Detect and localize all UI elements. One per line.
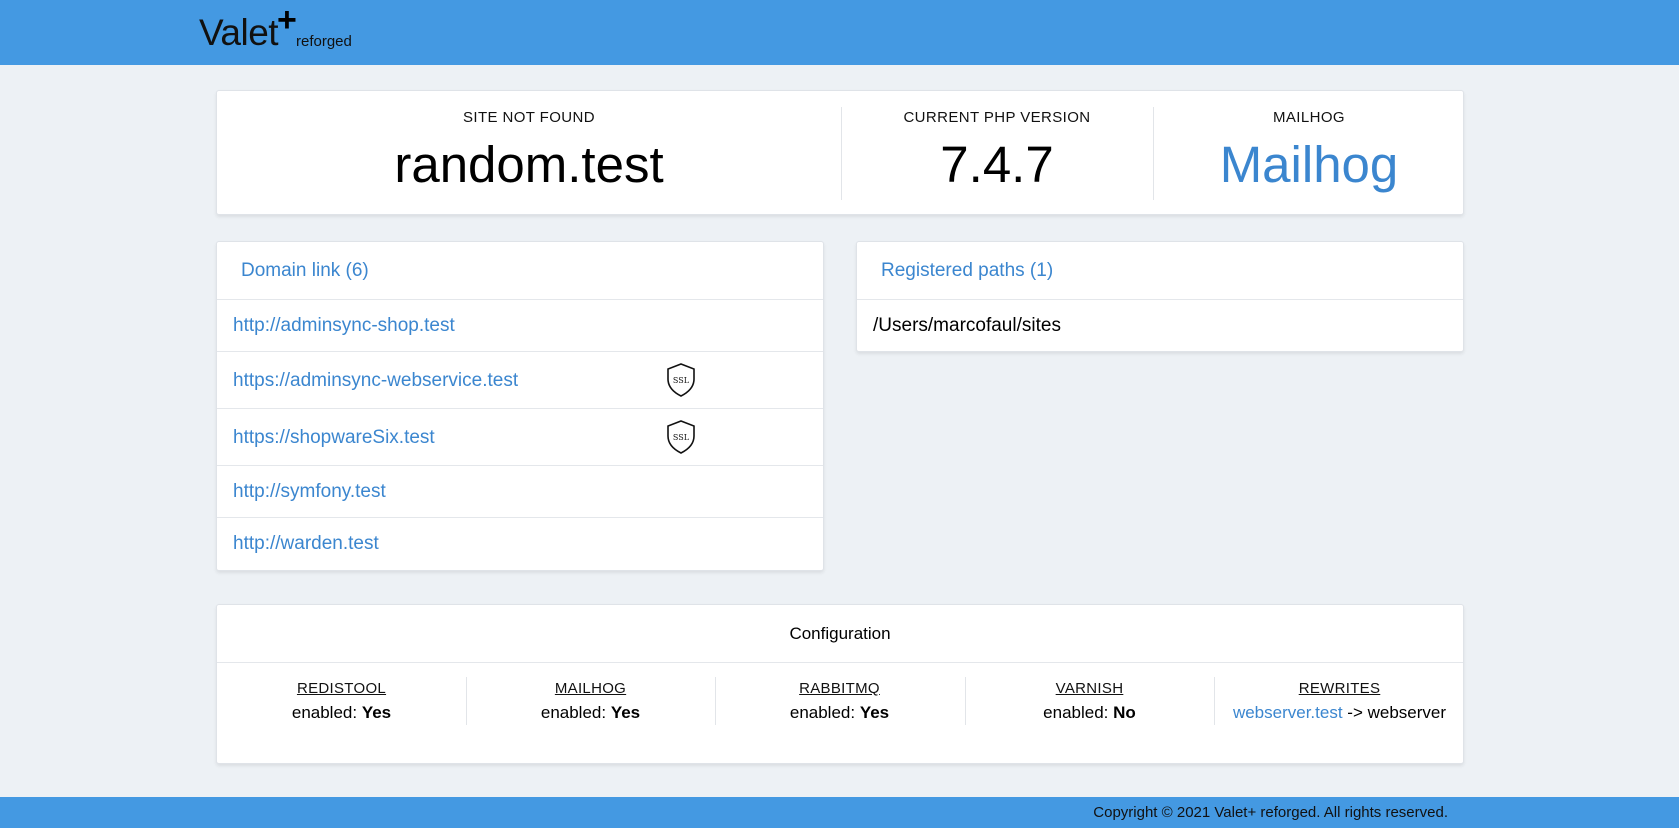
php-version: CURRENT PHP VERSION 7.4.7 xyxy=(841,91,1153,216)
ssl-shield-icon: SSL xyxy=(667,420,695,454)
config-rewrites: REWRITES webserver.test -> webserver xyxy=(1214,679,1465,724)
rewrite-target: webserver xyxy=(1367,703,1447,722)
domain-list: http://adminsync-shop.test https://admins… xyxy=(217,300,823,570)
ssl-badge-text: SSL xyxy=(673,433,690,442)
config-title: REWRITES xyxy=(1298,680,1381,697)
domain-link[interactable]: https://adminsync-webservice.test xyxy=(233,370,518,391)
rewrite-link[interactable]: webserver.test xyxy=(1233,703,1343,722)
plus-icon: + xyxy=(277,1,297,39)
config-title: RABBITMQ xyxy=(799,680,880,697)
status-card: SITE NOT FOUND random.test CURRENT PHP V… xyxy=(216,90,1464,215)
domain-row: https://adminsync-webservice.test SSL xyxy=(217,352,823,409)
logo-subtitle: reforged xyxy=(296,33,352,50)
domain-link[interactable]: http://warden.test xyxy=(233,533,379,554)
domain-row: http://warden.test xyxy=(217,518,823,570)
domain-links-title: Domain link (6) xyxy=(217,242,823,300)
ssl-shield-icon: SSL xyxy=(667,363,695,397)
registered-paths-title: Registered paths (1) xyxy=(857,242,1463,300)
mailhog-link[interactable]: Mailhog xyxy=(1153,133,1465,197)
path-item: /Users/marcofaul/sites xyxy=(873,315,1061,336)
config-title: VARNISH xyxy=(1055,680,1124,697)
site-status-label: SITE NOT FOUND xyxy=(463,109,595,126)
config-rabbitmq: RABBITMQ enabled: Yes xyxy=(715,679,964,724)
footer-bar: Copyright © 2021 Valet+ reforged. All ri… xyxy=(0,797,1679,828)
domain-row: https://shopwareSix.test SSL xyxy=(217,409,823,466)
config-value: enabled: No xyxy=(1043,703,1136,722)
domain-links-card: Domain link (6) http://adminsync-shop.te… xyxy=(216,241,824,571)
valet-logo[interactable]: Valet + reforged xyxy=(199,3,352,59)
domain-link[interactable]: http://adminsync-shop.test xyxy=(233,315,455,336)
domain-row: http://symfony.test xyxy=(217,466,823,518)
configuration-title: Configuration xyxy=(217,605,1463,663)
logo-text: Valet xyxy=(199,12,279,53)
config-value: webserver.test -> webserver xyxy=(1214,702,1465,724)
mailhog-label: MAILHOG xyxy=(1273,109,1345,126)
domain-row: http://adminsync-shop.test xyxy=(217,300,823,352)
php-version-label: CURRENT PHP VERSION xyxy=(903,109,1091,126)
domain-link[interactable]: http://symfony.test xyxy=(233,481,386,502)
site-status: SITE NOT FOUND random.test xyxy=(217,91,841,216)
config-value: enabled: Yes xyxy=(540,703,641,722)
config-varnish: VARNISH enabled: No xyxy=(965,679,1214,724)
ssl-badge-text: SSL xyxy=(673,376,690,385)
domain-link[interactable]: https://shopwareSix.test xyxy=(233,427,435,448)
config-value: enabled: Yes xyxy=(291,703,392,722)
rewrite-arrow: -> xyxy=(1347,703,1363,722)
config-redistool: REDISTOOL enabled: Yes xyxy=(217,679,466,724)
config-title: MAILHOG xyxy=(554,680,627,697)
configuration-card: Configuration REDISTOOL enabled: Yes MAI… xyxy=(216,604,1464,764)
config-value: enabled: Yes xyxy=(789,703,890,722)
header-bar: Valet + reforged xyxy=(0,0,1679,65)
php-version-value: 7.4.7 xyxy=(940,136,1054,193)
config-title: REDISTOOL xyxy=(296,680,387,697)
mailhog-status: MAILHOG Mailhog xyxy=(1153,91,1465,216)
site-status-value: random.test xyxy=(394,136,664,193)
registered-paths-card: Registered paths (1) /Users/marcofaul/si… xyxy=(856,241,1464,352)
copyright-text: Copyright © 2021 Valet+ reforged. All ri… xyxy=(1093,804,1448,821)
config-mailhog: MAILHOG enabled: Yes xyxy=(466,679,715,724)
